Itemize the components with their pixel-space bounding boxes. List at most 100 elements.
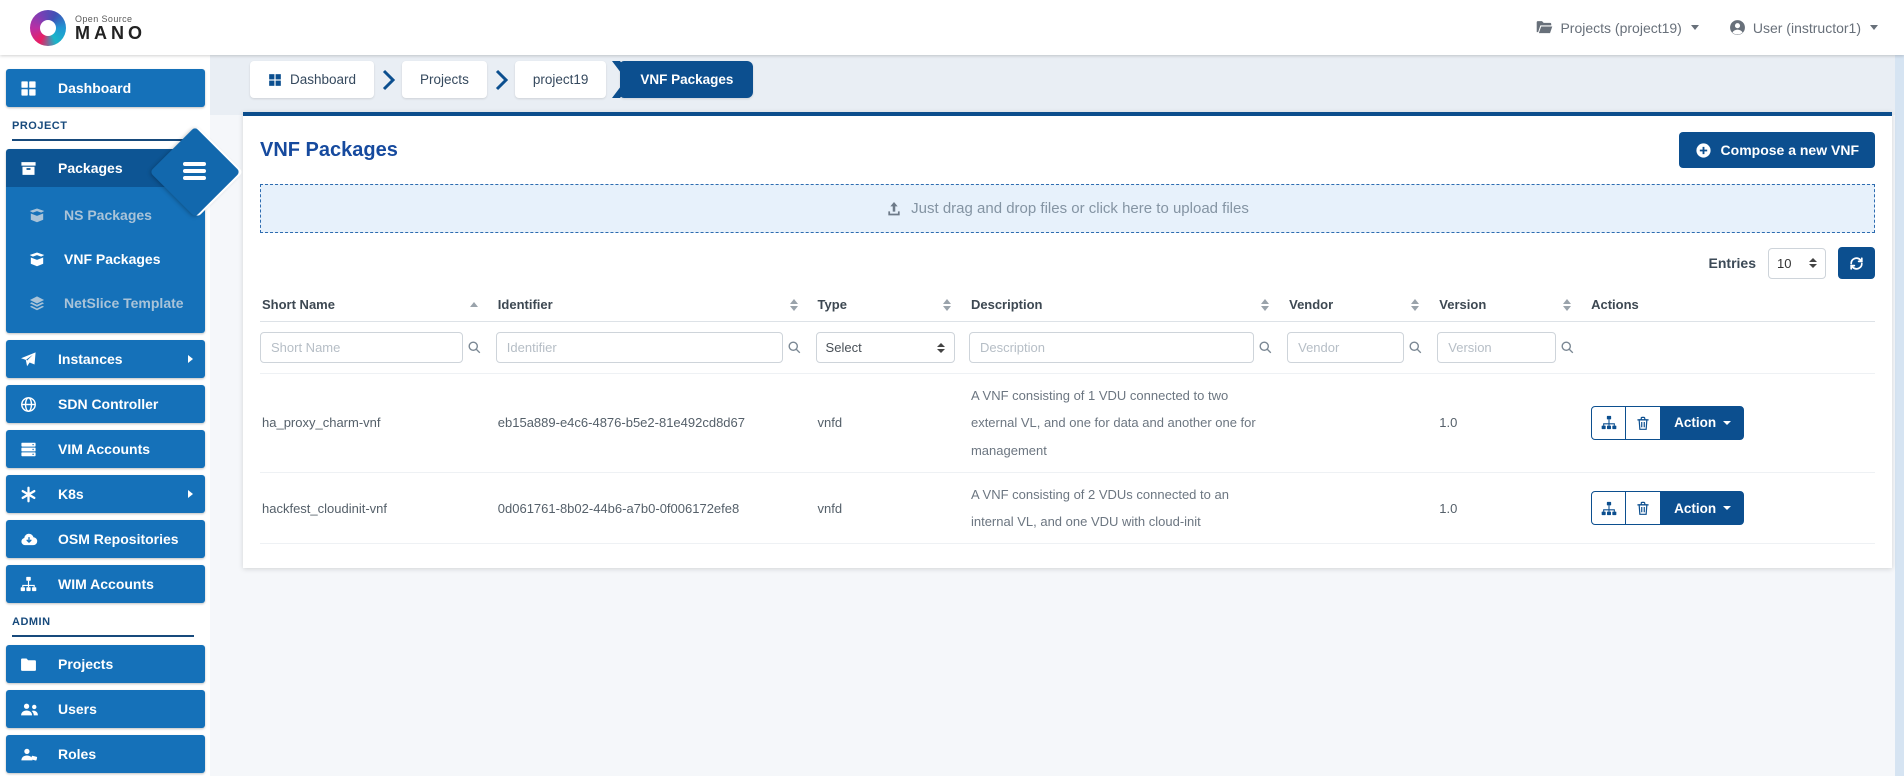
sidebar: Dashboard PROJECT Packages NS Packages — [0, 55, 210, 776]
grid-icon — [20, 80, 50, 97]
sidebar-item-label: Instances — [50, 351, 188, 367]
refresh-button[interactable] — [1838, 247, 1875, 279]
breadcrumb: Dashboard Projects project19 VNF Package… — [250, 61, 753, 98]
type-filter-value: Select — [826, 340, 862, 355]
breadcrumb-item-vnf-packages[interactable]: VNF Packages — [620, 61, 753, 98]
column-label: Short Name — [262, 297, 335, 312]
caret-down-icon — [1723, 506, 1731, 510]
column-header-identifier[interactable]: Identifier — [496, 289, 816, 322]
sidebar-item-osm-repositories[interactable]: OSM Repositories — [6, 520, 205, 558]
sidebar-item-ns-packages[interactable]: NS Packages — [6, 193, 205, 237]
sort-icon — [1411, 299, 1419, 311]
search-icon[interactable] — [1408, 340, 1423, 355]
action-button-label: Action — [1674, 415, 1716, 430]
version-filter-input[interactable] — [1437, 332, 1556, 363]
table-row: ha_proxy_charm-vnf eb15a889-e4c6-4876-b5… — [260, 374, 1875, 473]
sidebar-item-label: Projects — [50, 656, 193, 672]
column-header-type[interactable]: Type — [816, 289, 969, 322]
action-dropdown-button[interactable]: Action — [1661, 406, 1744, 440]
show-topology-button[interactable] — [1591, 406, 1626, 440]
sidebar-item-k8s[interactable]: K8s — [6, 475, 205, 513]
sidebar-item-label: OSM Repositories — [50, 531, 193, 547]
folder-open-icon — [1536, 20, 1553, 35]
column-header-short-name[interactable]: Short Name — [260, 289, 496, 322]
column-label: Actions — [1591, 297, 1639, 312]
users-icon — [20, 702, 50, 717]
delete-package-button[interactable] — [1626, 406, 1661, 440]
sidebar-item-label: Dashboard — [50, 80, 193, 96]
search-icon[interactable] — [1560, 340, 1575, 355]
user-circle-icon — [1729, 19, 1746, 36]
entries-select[interactable]: 10 — [1768, 248, 1826, 279]
refresh-icon — [1848, 255, 1865, 272]
box-icon — [20, 160, 50, 177]
sidebar-item-instances[interactable]: Instances — [6, 340, 205, 378]
compose-button-label: Compose a new VNF — [1721, 142, 1859, 158]
table-row: hackfest_cloudinit-vnf 0d061761-8b02-44b… — [260, 472, 1875, 544]
search-icon[interactable] — [467, 340, 482, 355]
projects-dropdown-label: Projects (project19) — [1560, 20, 1681, 36]
sort-icon — [790, 299, 798, 311]
breadcrumb-item-projects[interactable]: Projects — [402, 61, 487, 98]
cell-description: A VNF consisting of 2 VDUs connected to … — [969, 472, 1287, 544]
user-dropdown-label: User (instructor1) — [1753, 20, 1861, 36]
breadcrumb-item-dashboard[interactable]: Dashboard — [250, 61, 374, 98]
stepper-icon — [1809, 258, 1817, 268]
description-filter-input[interactable] — [969, 332, 1254, 363]
column-header-version[interactable]: Version — [1437, 289, 1589, 322]
sidebar-item-projects[interactable]: Projects — [6, 645, 205, 683]
type-filter-select[interactable]: Select — [816, 332, 955, 363]
page-title: VNF Packages — [260, 139, 398, 162]
cell-short-name: hackfest_cloudinit-vnf — [260, 472, 496, 544]
vendor-filter-input[interactable] — [1287, 332, 1404, 363]
search-icon[interactable] — [1258, 340, 1273, 355]
caret-down-icon — [1723, 421, 1731, 425]
sidebar-item-dashboard[interactable]: Dashboard — [6, 69, 205, 107]
column-label: Type — [818, 297, 847, 312]
sidebar-item-netslice-template[interactable]: NetSlice Template — [6, 281, 205, 325]
column-label: Description — [971, 297, 1043, 312]
action-button-label: Action — [1674, 501, 1716, 516]
sidebar-item-users[interactable]: Users — [6, 690, 205, 728]
hamburger-icon[interactable] — [183, 162, 206, 183]
osm-logo[interactable]: Open Source MANO — [30, 10, 146, 46]
paper-plane-icon — [20, 351, 50, 368]
breadcrumb-item-project19[interactable]: project19 — [515, 61, 607, 98]
asterisk-icon — [20, 486, 50, 503]
box-open-icon — [28, 251, 56, 267]
identifier-filter-input[interactable] — [496, 332, 783, 363]
column-label: Vendor — [1289, 297, 1333, 312]
plus-circle-icon — [1695, 142, 1712, 159]
cell-version: 1.0 — [1437, 374, 1589, 473]
sidebar-item-label: SDN Controller — [50, 396, 193, 412]
sidebar-item-label: K8s — [50, 486, 188, 502]
breadcrumb-label: Dashboard — [290, 72, 356, 87]
caret-down-icon — [1870, 25, 1878, 30]
sidebar-item-wim-accounts[interactable]: WIM Accounts — [6, 565, 205, 603]
topbar: Open Source MANO Projects (project19) Us… — [0, 0, 1904, 55]
sidebar-item-label: NetSlice Template — [56, 295, 184, 311]
show-topology-button[interactable] — [1591, 491, 1626, 525]
delete-package-button[interactable] — [1626, 491, 1661, 525]
sidebar-item-vim-accounts[interactable]: VIM Accounts — [6, 430, 205, 468]
file-dropzone[interactable]: Just drag and drop files or click here t… — [260, 184, 1875, 233]
sidebar-item-vnf-packages[interactable]: VNF Packages — [6, 237, 205, 281]
sort-icon — [1563, 299, 1571, 311]
sidebar-section-project: PROJECT — [12, 120, 194, 141]
compose-new-vnf-button[interactable]: Compose a new VNF — [1679, 132, 1875, 168]
sidebar-item-roles[interactable]: Roles — [6, 735, 205, 773]
projects-dropdown[interactable]: Projects (project19) — [1536, 20, 1698, 36]
search-icon[interactable] — [787, 340, 802, 355]
sidebar-item-sdn-controller[interactable]: SDN Controller — [6, 385, 205, 423]
short-name-filter-input[interactable] — [260, 332, 463, 363]
column-header-description[interactable]: Description — [969, 289, 1287, 322]
scrollbar[interactable] — [1895, 55, 1904, 776]
action-dropdown-button[interactable]: Action — [1661, 491, 1744, 525]
user-dropdown[interactable]: User (instructor1) — [1729, 19, 1878, 36]
logo-small-text: Open Source — [75, 14, 146, 24]
entries-value: 10 — [1777, 256, 1791, 271]
sidebar-item-label: Users — [50, 701, 193, 717]
tree-icon — [1601, 415, 1617, 430]
column-header-vendor[interactable]: Vendor — [1287, 289, 1437, 322]
table-filter-row: Select — [260, 322, 1875, 374]
